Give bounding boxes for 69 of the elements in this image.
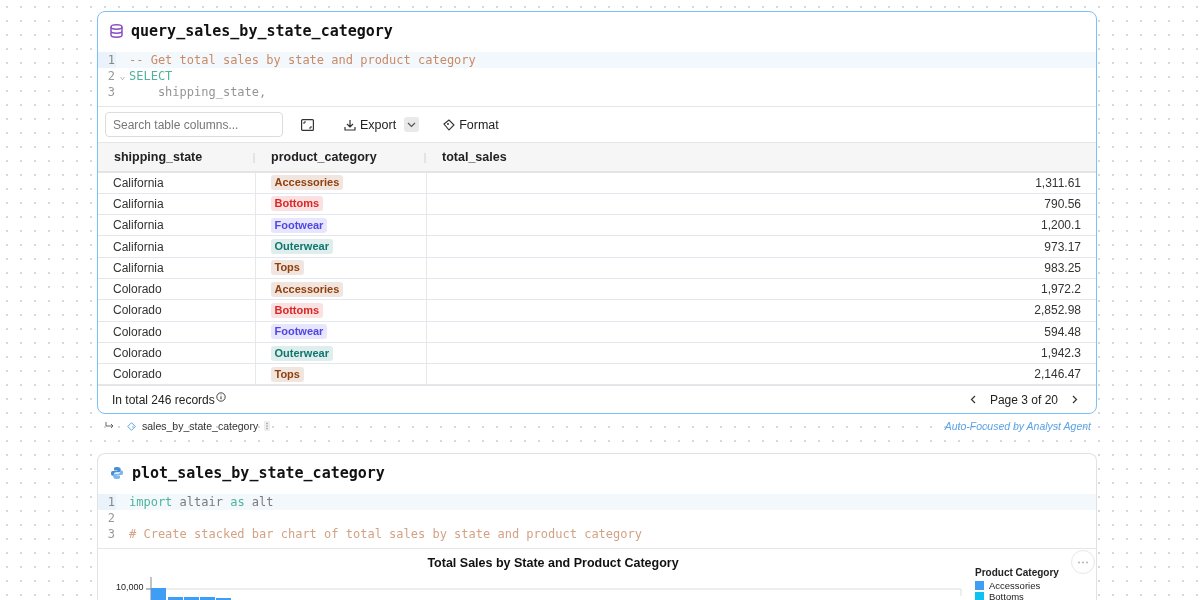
table-cell: 2,146.47	[1034, 367, 1081, 382]
chevron-right-icon[interactable]	[1072, 395, 1078, 405]
download-icon	[344, 118, 356, 131]
expand-icon[interactable]	[301, 118, 314, 131]
category-tag: Accessories	[270, 175, 344, 191]
table-cell: California	[113, 196, 164, 211]
category-tag: Outerwear	[270, 239, 333, 255]
category-tag: Footwear	[270, 217, 328, 233]
table-cell: California	[113, 239, 164, 254]
info-icon	[215, 391, 226, 402]
category-tag: Outerwear	[270, 345, 333, 361]
return-arrow-icon	[105, 421, 115, 431]
category-tag: Tops	[270, 366, 304, 382]
category-tag: Bottoms	[270, 196, 324, 212]
y-axis	[145, 576, 152, 600]
auto-focus-note: Auto-Focused by Analyst Agent	[944, 420, 1091, 433]
search-field[interactable]: Search table columns...	[105, 112, 283, 137]
line-number: 1	[98, 494, 116, 511]
table-cell: 1,311.61	[1035, 175, 1081, 190]
tag-icon	[443, 118, 456, 131]
chart-title: Total Sales by State and Product Category	[426, 555, 680, 571]
table-cell: 1,942.3	[1040, 346, 1081, 360]
dropdown-caret-icon[interactable]	[404, 117, 420, 132]
table-cell: Colorado	[113, 346, 162, 360]
table-cell: 983.25	[1044, 260, 1081, 275]
table-cell: Colorado	[113, 303, 162, 318]
legend-label: Bottoms	[989, 591, 1024, 600]
line-number: 2	[106, 510, 116, 527]
table-cell: 2,852.98	[1034, 303, 1081, 318]
legend-label: Accessories	[989, 580, 1041, 592]
python-icon	[110, 465, 124, 480]
line-number: 3	[106, 84, 116, 100]
code-line: -- Get total sales by state and product category	[129, 52, 476, 68]
table-cell: California	[113, 260, 164, 275]
category-tag: Footwear	[270, 324, 328, 340]
legend-title: Product Category	[975, 567, 1059, 580]
table-cell: 594.48	[1044, 324, 1081, 339]
cell-title: plot_sales_by_state_category	[132, 463, 385, 482]
axis-tick-label: 10,000	[116, 582, 144, 593]
table-cell: 973.17	[1044, 239, 1081, 254]
category-tag: Bottoms	[270, 302, 324, 318]
ellipsis-icon	[1077, 560, 1089, 564]
export-button[interactable]: Export	[341, 115, 400, 134]
line-number: 3	[106, 526, 116, 543]
cell-title: query_sales_by_state_category	[131, 21, 393, 40]
table-cell: Colorado	[113, 324, 162, 339]
chevron-left-icon[interactable]	[969, 395, 976, 405]
table-cell: Colorado	[113, 282, 162, 297]
code-line: shipping_state,	[156, 84, 267, 100]
table-cell: Colorado	[113, 367, 162, 382]
chart-bar	[151, 588, 166, 600]
category-tag: Tops	[270, 260, 304, 276]
record-count: In total 246 records	[112, 392, 215, 407]
table-cell: California	[113, 175, 164, 190]
code-line: import altair as alt	[129, 494, 274, 511]
table-cell: California	[113, 218, 164, 233]
diamond-icon	[127, 421, 136, 431]
output-link[interactable]: sales_by_state_category	[142, 420, 259, 433]
code-line: # Create stacked bar chart of total sales by state and product category	[129, 526, 642, 543]
format-button[interactable]: Format	[440, 115, 502, 134]
line-number: 2	[106, 68, 116, 84]
category-tag: Accessories	[270, 281, 344, 297]
table-cell: 1,972.2	[1040, 282, 1081, 297]
code-line: SELECT	[129, 68, 173, 84]
database-icon	[110, 23, 123, 38]
table-cell: 1,200.1	[1040, 218, 1081, 233]
page-indicator: Page 3 of 20	[989, 392, 1058, 407]
line-number: 1	[98, 52, 116, 68]
table-cell: 790.56	[1044, 196, 1081, 211]
